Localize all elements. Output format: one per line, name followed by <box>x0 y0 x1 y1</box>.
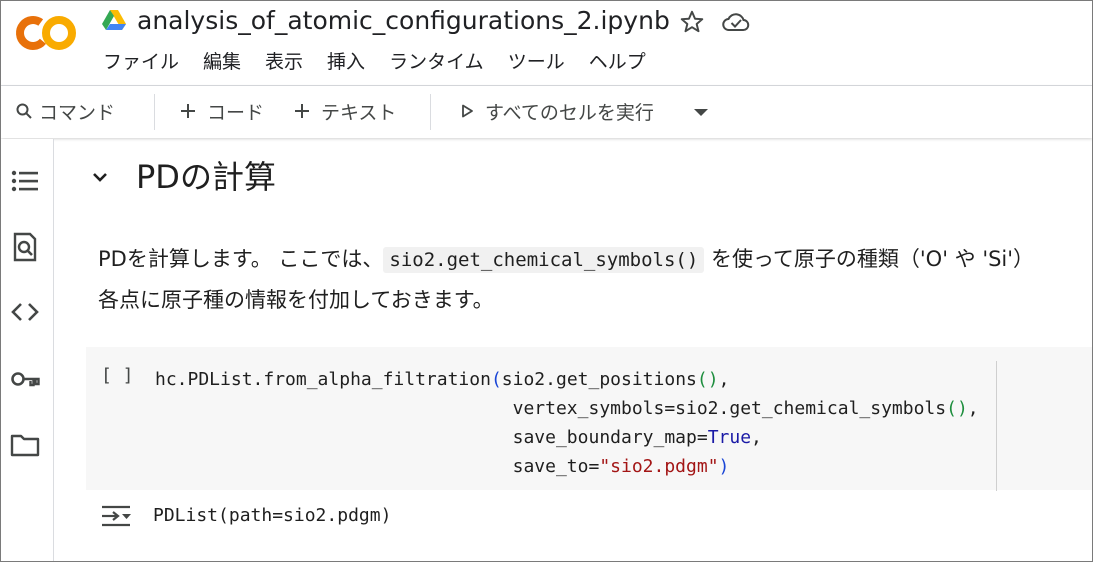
notebook-title[interactable]: analysis_of_atomic_configurations_2.ipyn… <box>137 5 670 37</box>
code-token: () <box>696 369 719 390</box>
add-code-label: コード <box>207 101 265 124</box>
code-token: vertex_symbols=sio2.get_chemical_symbols <box>155 398 947 419</box>
cell-output: PDList(path=sio2.pdgm) <box>153 505 392 526</box>
markdown-cell[interactable]: PDを計算します。 ここでは、 sio2.get_chemical_symbols… <box>98 239 1034 320</box>
run-all-label: すべてのセルを実行 <box>485 101 654 124</box>
menu-runtime[interactable]: ランタイム <box>389 49 484 75</box>
code-snippets-icon[interactable] <box>10 297 40 327</box>
menu-insert[interactable]: 挿入 <box>327 49 365 75</box>
files-folder-icon[interactable] <box>10 430 40 460</box>
left-rail <box>1 139 54 561</box>
command-label: コマンド <box>39 101 116 124</box>
menu-help[interactable]: ヘルプ <box>589 49 646 75</box>
toolbar-divider <box>430 94 431 130</box>
add-text-button[interactable]: テキスト <box>293 96 396 126</box>
code-token: sio2.get_positions <box>501 369 697 390</box>
add-text-label: テキスト <box>321 101 397 124</box>
menu-edit[interactable]: 編集 <box>203 49 241 75</box>
search-icon <box>16 103 32 119</box>
run-all-button[interactable]: すべてのセルを実行 <box>459 96 654 126</box>
toolbar-divider <box>154 94 155 130</box>
code-token: ( <box>490 369 502 390</box>
code-token: save_boundary_map= <box>155 427 708 448</box>
code-token: hc.PDList.from_alpha_filtration <box>155 369 491 390</box>
run-all-dropdown-icon[interactable] <box>693 106 709 118</box>
star-icon[interactable] <box>679 9 705 35</box>
output-actions-icon[interactable] <box>99 501 133 531</box>
code-token: "sio2.pdgm" <box>599 456 719 477</box>
menu-tools[interactable]: ツール <box>508 49 565 75</box>
command-palette-button[interactable]: コマンド <box>15 96 115 126</box>
cloud-saved-icon[interactable] <box>721 9 751 35</box>
code-token: ) <box>718 456 730 477</box>
editor-ruler <box>996 361 997 491</box>
colab-logo[interactable] <box>15 13 77 53</box>
code-token: True <box>707 427 752 448</box>
inline-code: sio2.get_chemical_symbols() <box>383 247 705 273</box>
markdown-line-1: PDを計算します。 ここでは、 sio2.get_chemical_symbols… <box>98 247 1035 273</box>
play-icon <box>462 104 473 118</box>
menu-view[interactable]: 表示 <box>265 49 303 75</box>
code-token: , <box>967 398 979 419</box>
header: analysis_of_atomic_configurations_2.ipyn… <box>1 1 1092 86</box>
code-token: () <box>946 398 968 419</box>
code-cell[interactable]: [ ] hc.PDList.from_alpha_filtration(sio2… <box>86 347 1092 491</box>
table-of-contents-icon[interactable] <box>10 166 40 196</box>
code-token: , <box>718 369 730 390</box>
markdown-line-2: 各点に原子種の情報を付加しておきます。 <box>98 288 494 312</box>
add-code-button[interactable]: コード <box>179 96 264 126</box>
section-heading: PDの計算 <box>136 158 276 196</box>
run-cell-button[interactable]: [ ] <box>101 365 134 386</box>
menu-file[interactable]: ファイル <box>103 49 179 75</box>
plus-icon <box>295 104 309 118</box>
plus-icon <box>181 104 195 118</box>
notebook-content: PDの計算 PDを計算します。 ここでは、 sio2.get_chemical_s… <box>54 139 1092 561</box>
code-token: , <box>751 427 762 448</box>
menu-bar: ファイル 編集 表示 挿入 ランタイム ツール ヘルプ <box>103 49 670 75</box>
colab-window: analysis_of_atomic_configurations_2.ipyn… <box>0 0 1093 562</box>
find-replace-icon[interactable] <box>10 232 40 262</box>
code-token: save_to= <box>155 456 600 477</box>
google-drive-icon[interactable] <box>102 9 126 31</box>
toolbar: コマンド コード テキスト すべてのセルを実行 <box>1 86 1092 138</box>
chevron-down-icon[interactable] <box>88 165 112 189</box>
secrets-key-icon[interactable] <box>10 364 40 394</box>
code-editor[interactable]: hc.PDList.from_alpha_filtration(sio2.get… <box>155 365 979 481</box>
